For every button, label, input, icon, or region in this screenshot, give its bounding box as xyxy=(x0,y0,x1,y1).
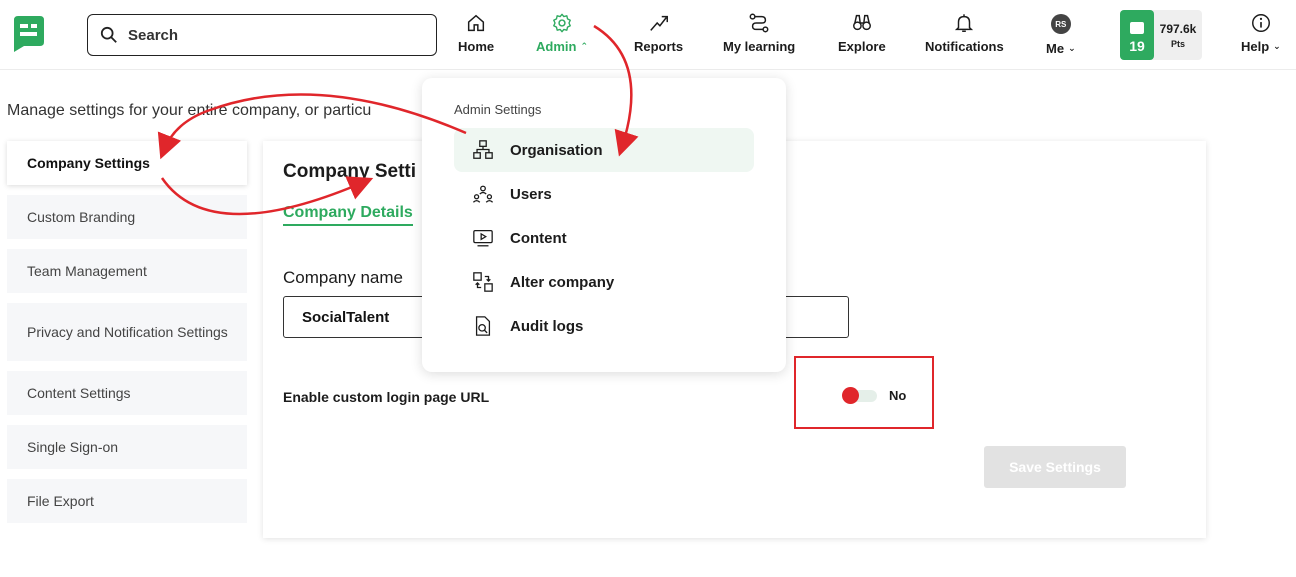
sidebar-item-company-settings[interactable]: Company Settings xyxy=(7,141,247,185)
menu-item-organisation[interactable]: Organisation xyxy=(454,128,754,172)
nav-explore[interactable]: Explore xyxy=(838,12,886,54)
hierarchy-icon xyxy=(473,140,493,159)
bell-icon xyxy=(955,14,974,32)
nav-reports-label: Reports xyxy=(634,39,684,54)
search-icon xyxy=(100,26,117,43)
nav-help[interactable]: Help ⌄ xyxy=(1241,12,1281,54)
video-icon xyxy=(473,230,493,247)
sidebar-item-team-management[interactable]: Team Management xyxy=(7,249,247,293)
nav-my-learning-label: My learning xyxy=(723,39,796,54)
path-icon xyxy=(749,13,769,33)
save-settings-button[interactable]: Save Settings xyxy=(984,446,1126,488)
trend-up-icon xyxy=(649,15,668,31)
points-unit: Pts xyxy=(1170,38,1185,49)
points-value: 797.6k xyxy=(1159,21,1197,36)
nav-my-learning[interactable]: My learning xyxy=(723,12,795,54)
sidebar-item-content-settings[interactable]: Content Settings xyxy=(7,371,247,415)
nav-me-label: Me xyxy=(1046,41,1065,56)
logo-icon[interactable] xyxy=(10,14,46,54)
sidebar-item-privacy-notification[interactable]: Privacy and Notification Settings xyxy=(7,303,247,361)
dropdown-title: Admin Settings xyxy=(454,102,542,117)
panel-title: Company Setti xyxy=(283,161,417,182)
logo-mini-icon xyxy=(1130,22,1144,34)
settings-sidebar: Company Settings Custom Branding Team Ma… xyxy=(7,141,247,533)
nav-home[interactable]: Home xyxy=(458,12,494,54)
annotation-highlight-box xyxy=(794,356,934,429)
menu-item-users[interactable]: Users xyxy=(454,172,754,216)
sidebar-item-custom-branding[interactable]: Custom Branding xyxy=(7,195,247,239)
menu-item-alter-company-label: Alter company xyxy=(510,273,615,291)
points-badge[interactable]: 19 797.6k Pts xyxy=(1120,10,1202,60)
nav-notifications-label: Notifications xyxy=(925,39,1004,54)
chevron-up-icon: ⌃ xyxy=(580,41,588,51)
nav-admin-label: Admin xyxy=(536,39,577,54)
search-document-icon xyxy=(475,316,491,336)
switch-icon xyxy=(473,272,493,292)
level-badge: 19 xyxy=(1120,10,1154,60)
chevron-down-icon: ⌄ xyxy=(1068,43,1076,53)
nav-me[interactable]: RS Me ⌄ xyxy=(1046,12,1076,56)
avatar: RS xyxy=(1050,14,1071,34)
search-input[interactable] xyxy=(128,26,408,44)
menu-item-alter-company[interactable]: Alter company xyxy=(454,260,754,304)
menu-item-audit-logs[interactable]: Audit logs xyxy=(454,304,754,348)
menu-item-audit-logs-label: Audit logs xyxy=(510,317,584,335)
info-icon xyxy=(1251,14,1270,32)
binoculars-icon xyxy=(852,14,871,31)
sidebar-item-single-sign-on[interactable]: Single Sign-on xyxy=(7,425,247,469)
nav-reports[interactable]: Reports xyxy=(634,12,683,54)
sidebar-item-file-export[interactable]: File Export xyxy=(7,479,247,523)
menu-item-content-label: Content xyxy=(510,229,567,247)
menu-item-content[interactable]: Content xyxy=(454,216,754,260)
company-name-label: Company name xyxy=(283,268,404,287)
nav-explore-label: Explore xyxy=(838,39,886,54)
nav-home-label: Home xyxy=(458,39,495,54)
users-icon xyxy=(472,185,494,203)
nav-help-label: Help xyxy=(1241,39,1270,54)
custom-login-url-label: Enable custom login page URL xyxy=(283,389,490,405)
menu-item-organisation-label: Organisation xyxy=(510,141,603,159)
page-description: Manage settings for your entire company,… xyxy=(7,102,372,119)
level-number: 19 xyxy=(1129,38,1145,54)
gear-icon xyxy=(553,13,571,33)
home-icon xyxy=(467,14,485,32)
admin-dropdown-menu: Admin Settings Organisation Users Conten… xyxy=(422,78,786,372)
menu-item-users-label: Users xyxy=(510,185,552,203)
top-navigation-bar: Home Admin⌃ Reports My learning Explore … xyxy=(0,0,1296,70)
nav-notifications[interactable]: Notifications xyxy=(925,12,1004,54)
search-box[interactable] xyxy=(87,14,437,56)
chevron-down-icon: ⌄ xyxy=(1273,41,1281,51)
nav-admin[interactable]: Admin ⌃ xyxy=(536,12,588,54)
tab-company-details[interactable]: Company Details xyxy=(283,204,413,226)
